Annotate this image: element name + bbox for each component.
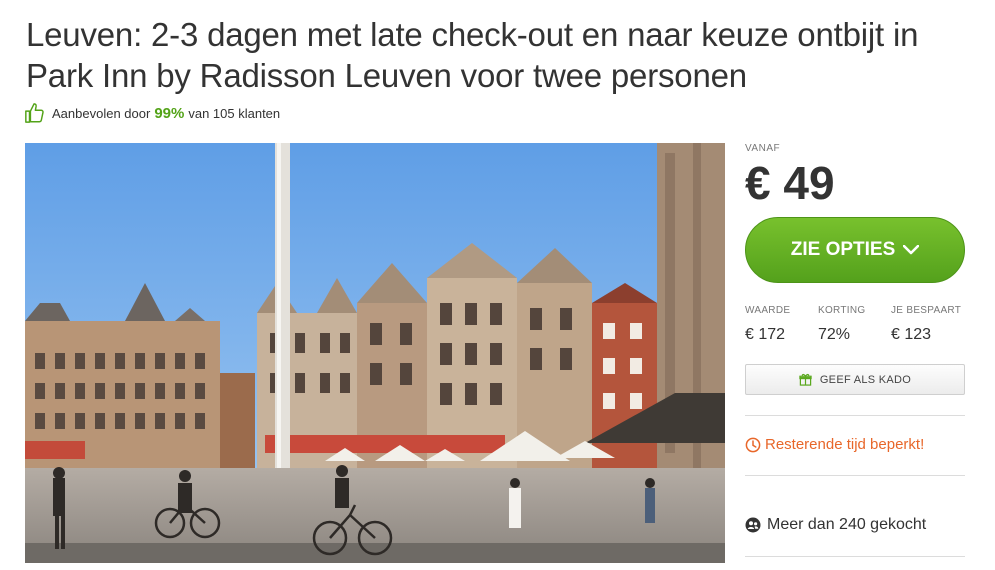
pricing-panel: VANAF € 49 ZIE OPTIES WAARDE € 172 KORTI… xyxy=(745,143,965,557)
sold-count: Meer dan 240 gekocht xyxy=(745,516,926,534)
time-notice: Resterende tijd beperkt! xyxy=(745,436,924,453)
users-icon xyxy=(745,517,761,533)
rating-suffix: van 105 klanten xyxy=(188,105,281,121)
divider xyxy=(745,415,965,416)
chevron-down-icon xyxy=(903,245,920,255)
stat-label: KORTING xyxy=(818,305,866,316)
thumbs-up-icon xyxy=(25,103,44,123)
price-value: € 49 xyxy=(745,157,835,209)
rating-percent: 99% xyxy=(154,104,185,122)
sold-count-text: Meer dan 240 gekocht xyxy=(767,516,927,533)
stat-value: WAARDE € 172 xyxy=(745,305,818,344)
deal-stats: WAARDE € 172 KORTING 72% JE BESPAART € 1… xyxy=(745,305,965,344)
rating-summary: Aanbevolen door 99% van 105 klanten xyxy=(24,102,280,124)
stat-label: JE BESPAART xyxy=(891,305,962,316)
divider xyxy=(745,475,965,476)
stat-savings: JE BESPAART € 123 xyxy=(891,305,964,344)
stat-amount: 72% xyxy=(818,326,851,343)
gift-icon xyxy=(799,373,812,386)
stat-amount: € 123 xyxy=(891,326,932,343)
clock-icon xyxy=(745,437,761,452)
grote-markt-image xyxy=(25,143,725,563)
price-from-label: VANAF xyxy=(745,143,781,154)
divider xyxy=(745,556,965,557)
stat-label: WAARDE xyxy=(745,305,791,316)
rating-prefix: Aanbevolen door xyxy=(52,105,151,121)
see-options-button[interactable]: ZIE OPTIES xyxy=(745,217,965,283)
see-options-label: ZIE OPTIES xyxy=(790,239,896,260)
deal-title: Leuven: 2-3 dagen met late check-out en … xyxy=(26,16,919,94)
time-notice-text: Resterende tijd beperkt! xyxy=(765,436,925,453)
gift-label: GEEF ALS KADO xyxy=(819,373,912,386)
deal-photo[interactable] xyxy=(25,143,725,563)
stat-amount: € 172 xyxy=(745,326,786,343)
stat-discount: KORTING 72% xyxy=(818,305,891,344)
gift-button[interactable]: GEEF ALS KADO xyxy=(745,364,965,395)
